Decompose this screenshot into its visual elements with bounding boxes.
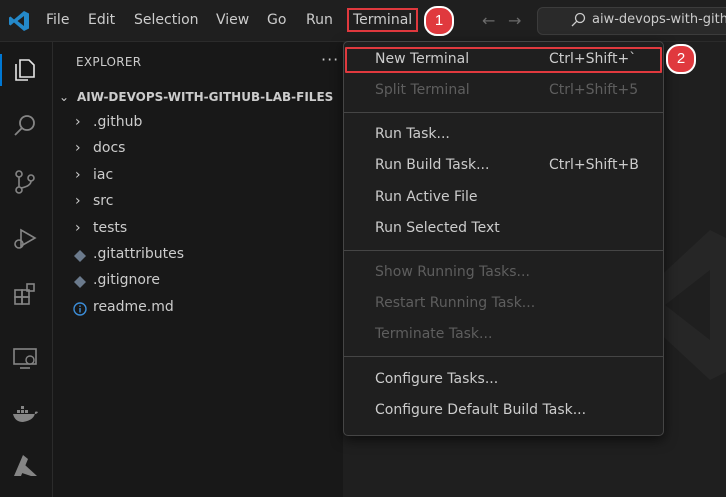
menu-item-shortcut: Ctrl+Shift+B [549, 157, 639, 173]
activity-bar [0, 42, 53, 497]
extensions-icon[interactable] [11, 280, 39, 308]
terminal-menu-dropdown: New Terminal Ctrl+Shift+` Split Terminal… [343, 41, 664, 436]
tree-item-iac[interactable]: › iac [53, 165, 343, 189]
menu-selection[interactable]: Selection [134, 12, 199, 28]
source-control-icon[interactable] [11, 168, 39, 196]
tree-item-label: docs [93, 140, 126, 156]
git-file-icon [74, 276, 86, 288]
menu-configure-default-build-task[interactable]: Configure Default Build Task... [344, 397, 663, 425]
menu-separator [344, 112, 663, 113]
menu-terminal[interactable]: Terminal [346, 8, 419, 32]
menu-item-label: New Terminal [375, 51, 470, 67]
tree-item-label: src [93, 193, 114, 209]
workspace-folder-header[interactable]: ⌄ AIW-DEVOPS-WITH-GITHUB-LAB-FILES [53, 88, 343, 110]
azure-icon[interactable] [11, 452, 39, 480]
forward-arrow-icon[interactable]: → [508, 11, 521, 30]
tree-item-label: readme.md [93, 299, 174, 315]
menu-item-label: Restart Running Task... [375, 295, 536, 311]
tree-item-docs[interactable]: › docs [53, 138, 343, 162]
menu-view[interactable]: View [216, 12, 249, 28]
menu-split-terminal: Split Terminal Ctrl+Shift+5 [344, 77, 663, 105]
menu-edit[interactable]: Edit [88, 12, 115, 28]
tree-item-gitattributes[interactable]: .gitattributes [53, 244, 343, 268]
search-icon [571, 12, 586, 27]
menu-show-running-tasks: Show Running Tasks... [344, 259, 663, 287]
menu-item-label: Run Active File [375, 189, 478, 205]
menu-item-shortcut: Ctrl+Shift+` [549, 51, 637, 67]
chevron-right-icon: › [75, 140, 81, 156]
menu-new-terminal[interactable]: New Terminal Ctrl+Shift+` [344, 46, 663, 74]
run-debug-icon[interactable] [11, 224, 39, 252]
menu-item-label: Run Build Task... [375, 157, 490, 173]
menu-separator [344, 250, 663, 251]
tree-item-label: tests [93, 220, 128, 236]
menu-run-active-file[interactable]: Run Active File [344, 184, 663, 212]
tree-item-gitignore[interactable]: .gitignore [53, 270, 343, 294]
chevron-right-icon: › [75, 114, 81, 130]
tree-item-src[interactable]: › src [53, 191, 343, 215]
menu-item-label: Show Running Tasks... [375, 264, 530, 280]
vscode-logo-icon [8, 10, 30, 32]
workspace-folder-name: AIW-DEVOPS-WITH-GITHUB-LAB-FILES [77, 90, 334, 104]
menu-item-label: Split Terminal [375, 82, 470, 98]
title-bar: File Edit Selection View Go Run Terminal… [0, 0, 726, 42]
search-activity-icon[interactable] [11, 112, 39, 140]
explorer-title: EXPLORER [76, 55, 142, 69]
menu-file[interactable]: File [46, 12, 69, 28]
search-text: aiw-devops-with-gith [592, 12, 726, 27]
chevron-down-icon: ⌄ [59, 90, 70, 104]
active-indicator [0, 54, 2, 86]
menu-item-label: Configure Tasks... [375, 371, 499, 387]
menu-item-label: Run Selected Text [375, 220, 500, 236]
chevron-right-icon: › [75, 193, 81, 209]
more-actions-icon[interactable]: ··· [321, 50, 339, 69]
info-icon [73, 302, 87, 316]
menu-run-task[interactable]: Run Task... [344, 121, 663, 149]
tree-item-readme[interactable]: readme.md [53, 297, 343, 321]
menu-item-label: Run Task... [375, 126, 450, 142]
callout-badge-2: 2 [666, 44, 696, 74]
menu-item-shortcut: Ctrl+Shift+5 [549, 82, 639, 98]
menu-run[interactable]: Run [306, 12, 333, 28]
menu-item-label: Terminate Task... [375, 326, 493, 342]
chevron-right-icon: › [75, 220, 81, 236]
menu-separator [344, 356, 663, 357]
tree-item-tests[interactable]: › tests [53, 218, 343, 242]
tree-item-github[interactable]: › .github [53, 112, 343, 136]
tree-item-label: .gitattributes [93, 246, 185, 262]
menu-run-selected-text[interactable]: Run Selected Text [344, 215, 663, 243]
command-center-search[interactable]: aiw-devops-with-gith [537, 7, 726, 35]
remote-explorer-icon[interactable] [11, 344, 39, 372]
menu-restart-running-task: Restart Running Task... [344, 290, 663, 318]
tree-item-label: iac [93, 167, 114, 183]
menu-configure-tasks[interactable]: Configure Tasks... [344, 366, 663, 394]
tree-item-label: .gitignore [93, 272, 160, 288]
tree-item-label: .github [93, 114, 143, 130]
menu-go[interactable]: Go [267, 12, 286, 28]
docker-icon[interactable] [11, 400, 39, 428]
callout-badge-1: 1 [424, 6, 454, 36]
git-file-icon [74, 250, 86, 262]
explorer-files-icon[interactable] [11, 56, 39, 84]
chevron-right-icon: › [75, 167, 81, 183]
menu-run-build-task[interactable]: Run Build Task... Ctrl+Shift+B [344, 152, 663, 180]
menu-item-label: Configure Default Build Task... [375, 402, 587, 418]
back-arrow-icon[interactable]: ← [482, 11, 495, 30]
menu-terminate-task: Terminate Task... [344, 321, 663, 349]
explorer-sidebar: EXPLORER ··· ⌄ AIW-DEVOPS-WITH-GITHUB-LA… [53, 42, 343, 497]
